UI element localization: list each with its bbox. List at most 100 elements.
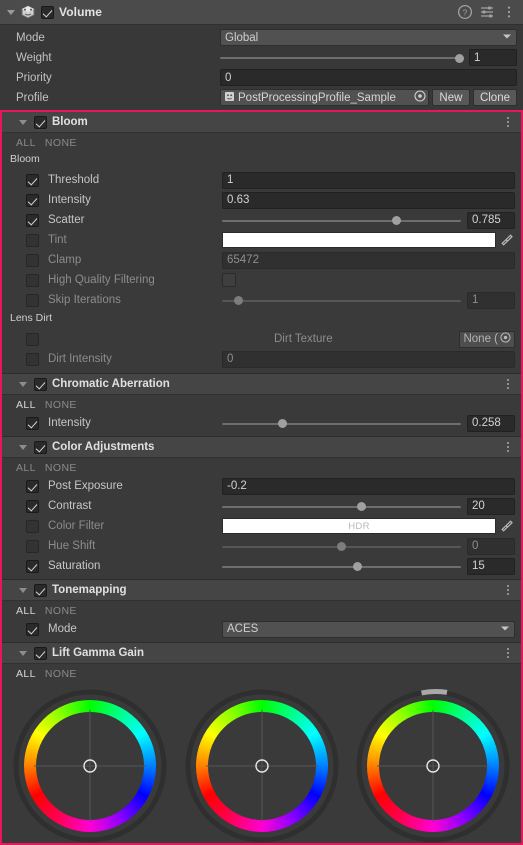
color-field-tint[interactable] (222, 232, 496, 248)
none-button[interactable]: NONE (45, 399, 77, 411)
all-button[interactable]: ALL (16, 399, 36, 411)
field-clamp[interactable]: 65472 (222, 251, 515, 269)
effect-header-chromatic-aberration[interactable]: Chromatic Aberration (2, 374, 521, 395)
none-button[interactable]: NONE (45, 137, 77, 149)
effect-lift-gamma-gain: Lift Gamma Gain ALL NONE (2, 643, 521, 843)
clone-profile-button[interactable]: Clone (472, 89, 517, 106)
override-checkbox-dirt-texture[interactable] (26, 332, 39, 346)
object-picker-icon[interactable] (411, 90, 426, 105)
all-button[interactable]: ALL (16, 668, 36, 680)
component-enabled-checkbox[interactable] (41, 5, 54, 19)
override-checkbox-tint[interactable] (26, 233, 39, 247)
row-dirt-intensity: Dirt Intensity 0 (2, 349, 521, 369)
eyedropper-icon[interactable] (499, 232, 515, 248)
slider-scatter[interactable] (222, 212, 461, 229)
kebab-menu-icon[interactable] (501, 4, 517, 20)
new-profile-button[interactable]: New (431, 89, 470, 106)
slider-hue-shift[interactable] (222, 538, 461, 555)
weight-value-field[interactable]: 1 (469, 49, 517, 66)
weight-slider-knob[interactable] (454, 53, 464, 63)
all-button[interactable]: ALL (16, 137, 36, 149)
effect-header-bloom[interactable]: Bloom (2, 112, 521, 133)
none-button[interactable]: NONE (45, 462, 77, 474)
slider-knob[interactable] (391, 216, 401, 225)
all-none-toggle-chromatic-aberration: ALL NONE (2, 395, 521, 413)
field-saturation[interactable]: 15 (467, 557, 515, 575)
effect-enabled-checkbox-tonemapping[interactable] (34, 583, 47, 597)
profile-object-field[interactable]: PostProcessingProfile_Sample (220, 89, 429, 106)
slider-knob[interactable] (278, 419, 288, 428)
none-button[interactable]: NONE (45, 668, 77, 680)
foldout-arrow-icon[interactable] (4, 5, 18, 19)
effect-header-tonemapping[interactable]: Tonemapping (2, 580, 521, 601)
field-ca-intensity[interactable]: 0.258 (467, 414, 515, 432)
slider-knob[interactable] (234, 296, 244, 305)
foldout-arrow-icon[interactable] (16, 583, 30, 597)
effect-header-lift-gamma-gain[interactable]: Lift Gamma Gain (2, 643, 521, 664)
kebab-menu-icon[interactable] (501, 440, 515, 454)
weight-slider-track (220, 57, 463, 59)
override-checkbox-intensity[interactable] (26, 193, 39, 207)
override-checkbox-threshold[interactable] (26, 173, 39, 187)
field-intensity[interactable]: 0.63 (222, 191, 515, 209)
object-picker-icon[interactable] (500, 332, 511, 346)
component-header[interactable]: Volume ? (0, 0, 523, 25)
field-hue-shift[interactable]: 0 (467, 537, 515, 555)
field-contrast[interactable]: 20 (467, 497, 515, 515)
gamma-wheel[interactable] (181, 684, 342, 843)
field-post-exposure[interactable]: -0.2 (222, 477, 515, 495)
override-checkbox-scatter[interactable] (26, 213, 39, 227)
object-field-dirt-texture[interactable]: None ( (459, 330, 515, 348)
help-icon[interactable]: ? (457, 4, 473, 20)
effect-header-color-adjustments[interactable]: Color Adjustments (2, 437, 521, 458)
all-button[interactable]: ALL (16, 462, 36, 474)
foldout-arrow-icon[interactable] (16, 377, 30, 391)
effect-enabled-checkbox-color-adjustments[interactable] (34, 440, 47, 454)
field-dirt-intensity[interactable]: 0 (222, 350, 515, 368)
all-button[interactable]: ALL (16, 605, 36, 617)
field-threshold[interactable]: 1 (222, 171, 515, 189)
slider-knob[interactable] (357, 502, 367, 511)
override-checkbox-tonemapping-mode[interactable] (26, 622, 39, 636)
effect-enabled-checkbox-chromatic-aberration[interactable] (34, 377, 47, 391)
kebab-menu-icon[interactable] (501, 115, 515, 129)
override-checkbox-dirt-intensity[interactable] (26, 352, 39, 366)
slider-knob[interactable] (352, 562, 362, 571)
kebab-menu-icon[interactable] (501, 646, 515, 660)
effect-enabled-checkbox-bloom[interactable] (34, 115, 47, 129)
kebab-menu-icon[interactable] (501, 377, 515, 391)
override-checkbox-color-filter[interactable] (26, 519, 39, 533)
kebab-menu-icon[interactable] (501, 583, 515, 597)
bool-field-high-quality-filtering[interactable] (222, 273, 236, 287)
lift-wheel[interactable] (10, 684, 170, 843)
slider-saturation[interactable] (222, 558, 461, 575)
slider-ca-intensity[interactable] (222, 415, 461, 432)
effect-enabled-checkbox-lift-gamma-gain[interactable] (34, 646, 47, 660)
override-checkbox-hue-shift[interactable] (26, 539, 39, 553)
slider-skip-iterations[interactable] (222, 292, 461, 309)
override-checkbox-skip-iterations[interactable] (26, 293, 39, 307)
foldout-arrow-icon[interactable] (16, 115, 30, 129)
none-button[interactable]: NONE (45, 605, 77, 617)
slider-contrast[interactable] (222, 498, 461, 515)
override-checkbox-contrast[interactable] (26, 499, 39, 513)
priority-value-field[interactable]: 0 (220, 69, 517, 86)
override-checkbox-saturation[interactable] (26, 559, 39, 573)
field-skip-iterations[interactable]: 1 (467, 291, 515, 309)
dropdown-tonemapping-mode[interactable]: ACES (222, 620, 515, 638)
foldout-arrow-icon[interactable] (16, 440, 30, 454)
weight-slider[interactable] (220, 49, 464, 66)
color-field-color-filter[interactable]: HDR (222, 518, 496, 534)
slider-knob[interactable] (337, 542, 346, 551)
foldout-arrow-icon[interactable] (16, 646, 30, 660)
mode-dropdown[interactable]: Global (220, 29, 517, 46)
eyedropper-icon[interactable] (499, 518, 515, 534)
override-checkbox-high-quality-filtering[interactable] (26, 273, 39, 287)
preset-icon[interactable] (479, 4, 495, 20)
override-checkbox-post-exposure[interactable] (26, 479, 39, 493)
color-wheels (2, 682, 521, 843)
override-checkbox-ca-intensity[interactable] (26, 416, 39, 430)
override-checkbox-clamp[interactable] (26, 253, 39, 267)
field-scatter[interactable]: 0.785 (467, 211, 515, 229)
gain-wheel[interactable] (353, 684, 513, 843)
